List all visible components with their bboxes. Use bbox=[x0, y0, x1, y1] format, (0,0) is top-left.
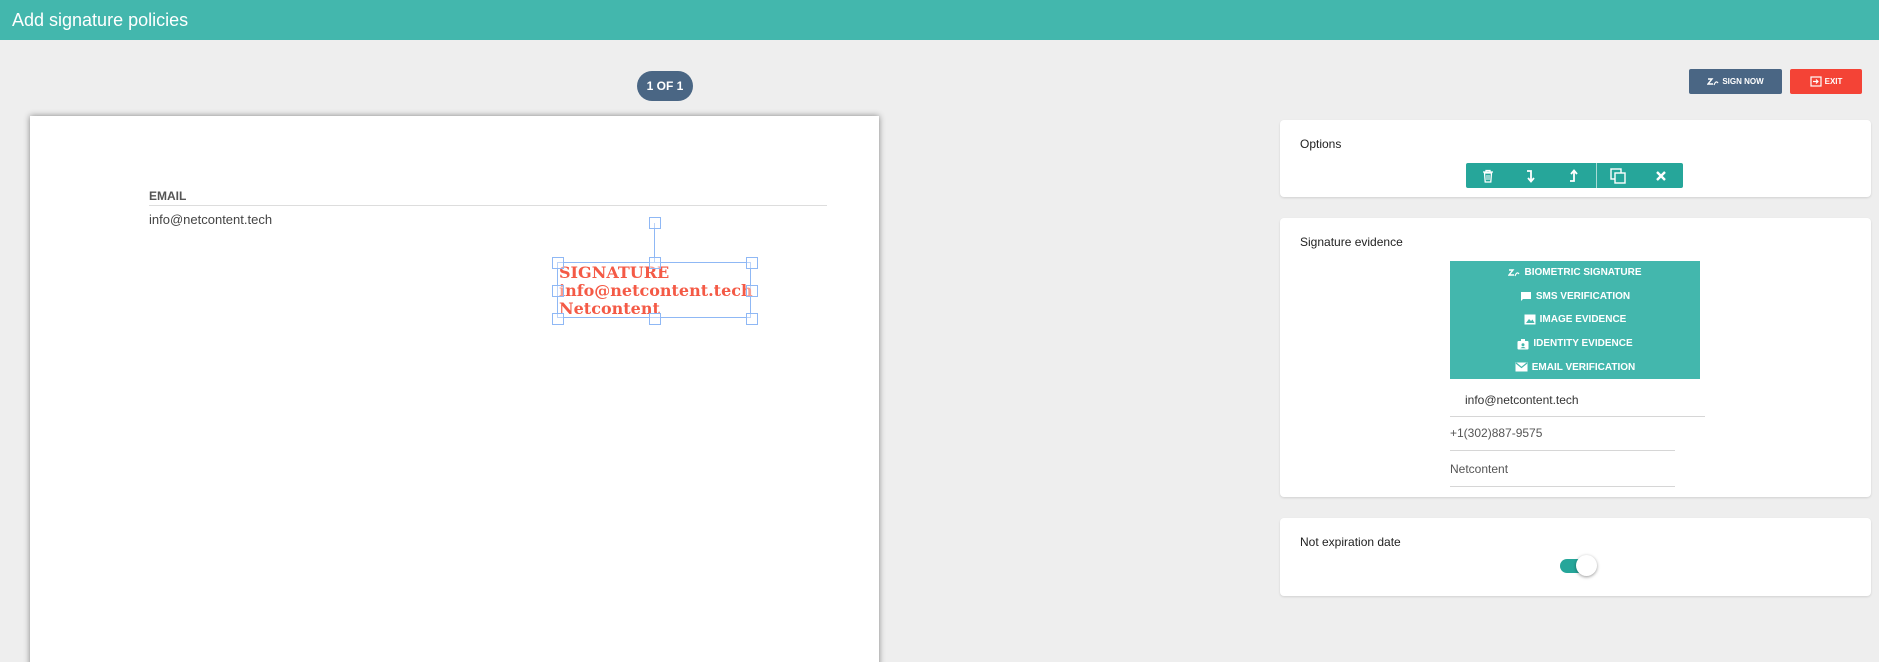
evidence-button-group: BIOMETRIC SIGNATURE SMS VERIFICATION IMA… bbox=[1450, 261, 1700, 379]
options-toolbar bbox=[1466, 163, 1683, 188]
email-verification-button[interactable]: EMAIL VERIFICATION bbox=[1450, 355, 1700, 379]
move-down-button[interactable] bbox=[1509, 163, 1552, 188]
image-evidence-button[interactable]: IMAGE EVIDENCE bbox=[1450, 308, 1700, 332]
image-evidence-label: IMAGE EVIDENCE bbox=[1539, 314, 1627, 326]
exit-button[interactable]: EXIT bbox=[1790, 69, 1862, 94]
email-field-value: info@netcontent.tech bbox=[149, 212, 273, 227]
page-title: Add signature policies bbox=[12, 10, 189, 30]
delete-icon bbox=[1482, 169, 1493, 183]
resize-handle-bottom-left[interactable] bbox=[552, 313, 564, 325]
sign-now-label: SIGN NOW bbox=[1722, 77, 1764, 86]
page-indicator: 1 OF 1 bbox=[637, 71, 693, 101]
sms-verification-button[interactable]: SMS VERIFICATION bbox=[1450, 285, 1700, 309]
sms-verification-label: SMS VERIFICATION bbox=[1535, 290, 1631, 302]
sign-now-button[interactable]: SIGN NOW bbox=[1689, 69, 1782, 94]
identity-icon bbox=[1517, 338, 1529, 350]
signature-line-email: info@netcontent.tech bbox=[559, 281, 753, 300]
signature-text: SIGNATURE info@netcontent.tech Netconten… bbox=[559, 264, 753, 318]
expiration-toggle[interactable] bbox=[1560, 555, 1597, 576]
close-icon bbox=[1656, 170, 1667, 181]
expiration-title: Not expiration date bbox=[1300, 535, 1401, 549]
biometric-signature-label: BIOMETRIC SIGNATURE bbox=[1524, 267, 1642, 279]
document-page: EMAIL info@netcontent.tech SIGNATURE inf… bbox=[30, 116, 879, 662]
move-up-button[interactable] bbox=[1552, 163, 1595, 188]
toggle-knob bbox=[1576, 555, 1597, 576]
signature-evidence-title: Signature evidence bbox=[1300, 235, 1403, 249]
mail-icon bbox=[1515, 362, 1528, 372]
top-bar: Add signature policies bbox=[0, 0, 1879, 40]
signature-evidence-card: Signature evidence BIOMETRIC SIGNATURE S… bbox=[1280, 218, 1871, 497]
close-button[interactable] bbox=[1640, 163, 1683, 188]
evidence-name-field[interactable]: Netcontent bbox=[1450, 462, 1675, 487]
email-divider bbox=[149, 205, 827, 206]
sms-icon bbox=[1520, 291, 1531, 301]
resize-handle-bottom-right[interactable] bbox=[746, 313, 758, 325]
signature-icon bbox=[1707, 77, 1719, 85]
identity-evidence-label: IDENTITY EVIDENCE bbox=[1533, 338, 1633, 350]
exit-icon bbox=[1810, 76, 1822, 87]
move-down-icon bbox=[1526, 169, 1535, 183]
evidence-email-field[interactable]: info@netcontent.tech bbox=[1450, 393, 1705, 417]
identity-evidence-button[interactable]: IDENTITY EVIDENCE bbox=[1450, 332, 1700, 356]
expiration-card: Not expiration date bbox=[1280, 518, 1871, 596]
rotate-handle[interactable] bbox=[649, 217, 661, 229]
options-title: Options bbox=[1300, 137, 1342, 151]
options-card: Options bbox=[1280, 120, 1871, 197]
email-field-label: EMAIL bbox=[149, 189, 187, 203]
image-icon bbox=[1524, 314, 1536, 325]
exit-label: EXIT bbox=[1824, 77, 1843, 86]
duplicate-icon bbox=[1610, 167, 1626, 184]
resize-handle-middle-left[interactable] bbox=[552, 285, 564, 297]
email-verification-label: EMAIL VERIFICATION bbox=[1531, 361, 1636, 373]
delete-button[interactable] bbox=[1466, 163, 1509, 188]
signature-block[interactable]: SIGNATURE info@netcontent.tech Netconten… bbox=[552, 217, 758, 325]
resize-handle-top-center[interactable] bbox=[649, 257, 661, 269]
resize-handle-middle-right[interactable] bbox=[746, 285, 758, 297]
resize-handle-top-right[interactable] bbox=[746, 257, 758, 269]
evidence-phone-field[interactable]: +1(302)887-9575 bbox=[1450, 426, 1675, 451]
biometric-signature-button[interactable]: BIOMETRIC SIGNATURE bbox=[1450, 261, 1700, 285]
signature-icon bbox=[1508, 269, 1520, 277]
duplicate-button[interactable] bbox=[1597, 163, 1640, 188]
resize-handle-top-left[interactable] bbox=[552, 257, 564, 269]
resize-handle-bottom-center[interactable] bbox=[649, 313, 661, 325]
move-up-icon bbox=[1570, 168, 1578, 182]
